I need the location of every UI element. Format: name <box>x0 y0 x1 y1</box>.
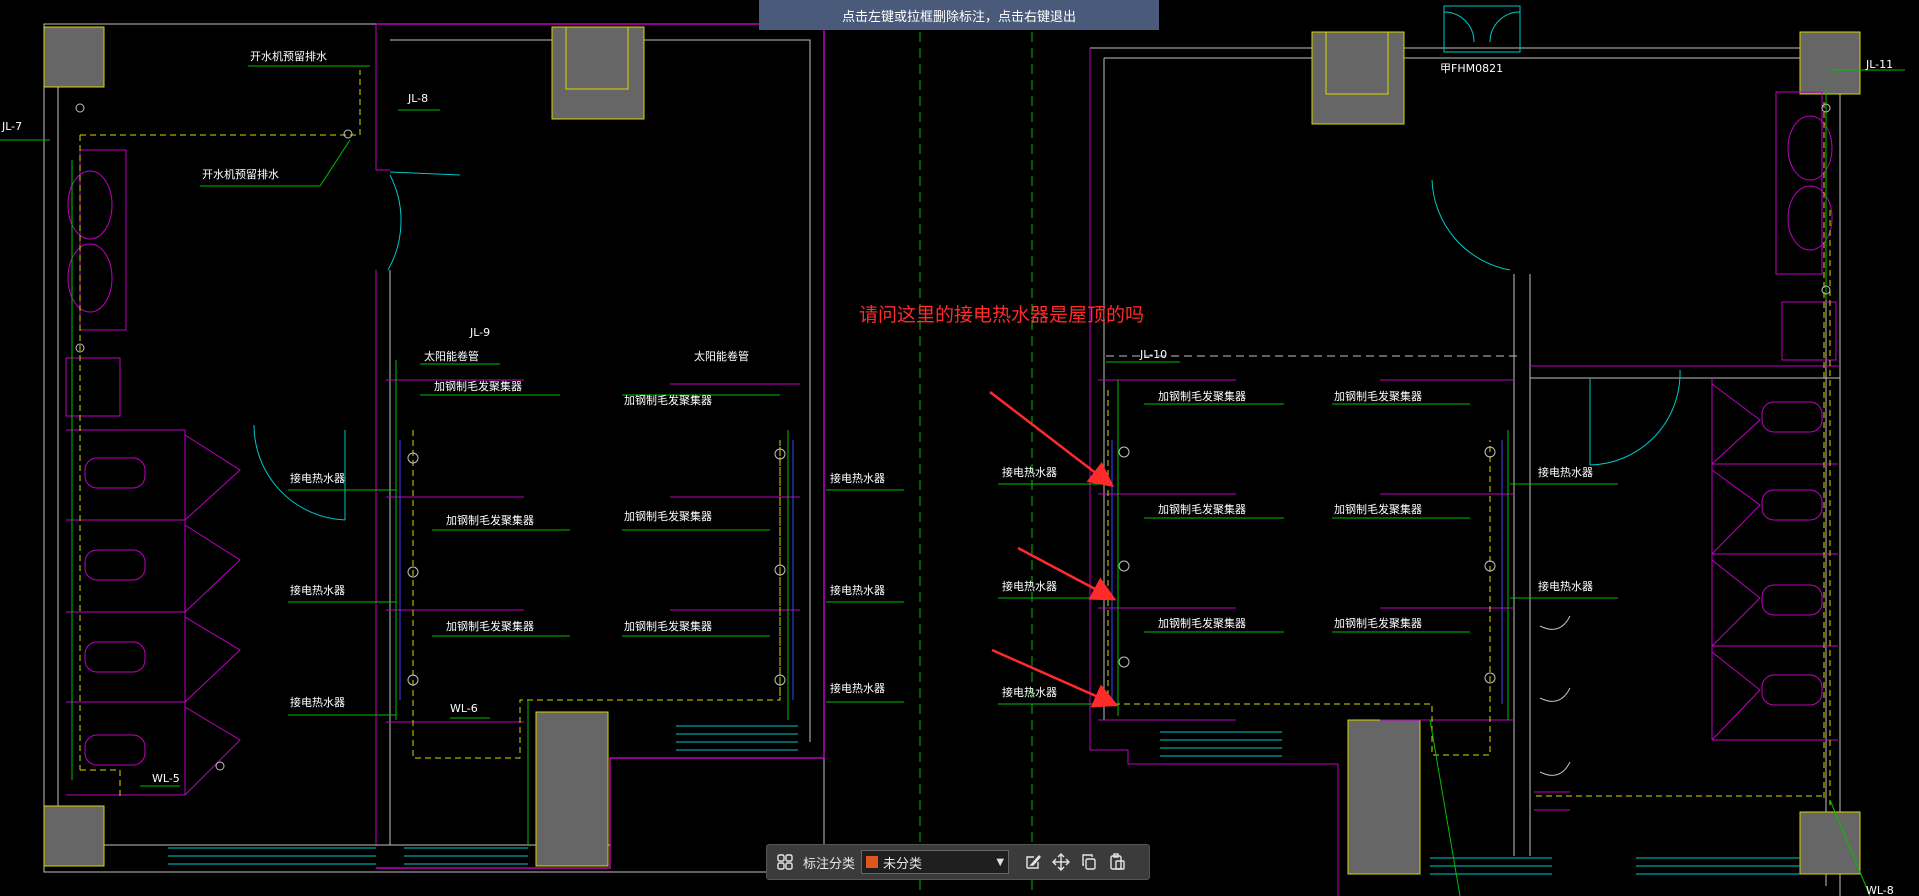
collector-label: 加钢制毛发聚集器 <box>434 379 522 393</box>
heater-label: 接电热水器 <box>1002 686 1057 699</box>
paste-icon[interactable] <box>1103 848 1131 876</box>
heater-label: 接电热水器 <box>290 584 345 597</box>
collector-label: 加钢制毛发聚集器 <box>1158 502 1246 516</box>
category-label: 标注分类 <box>803 856 856 872</box>
collector-label: 加钢制毛发聚集器 <box>1334 616 1422 630</box>
door-code-label: 甲FHM0821 <box>1440 62 1503 75</box>
drain-label-top: 开水机预留排水 <box>250 49 327 63</box>
heater-label: 接电热水器 <box>1002 580 1057 593</box>
collector-label: 加钢制毛发聚集器 <box>446 619 534 633</box>
chevron-down-icon: ▼ <box>996 856 1005 868</box>
heater-label: 接电热水器 <box>830 584 885 597</box>
category-color-swatch <box>866 856 879 868</box>
collector-label: 加钢制毛发聚集器 <box>1334 389 1422 403</box>
heater-label: 接电热水器 <box>1538 466 1593 479</box>
collector-label: 加钢制毛发聚集器 <box>1158 389 1246 403</box>
solar-pipe-label-right: 太阳能卷管 <box>694 349 749 363</box>
collector-label: 加钢制毛发聚集器 <box>446 513 534 527</box>
pipe-label-jl10: JL-10 <box>1139 348 1167 361</box>
right-floor-plan <box>1089 5 1905 896</box>
grid-icon[interactable] <box>771 848 799 876</box>
collector-label: 加钢制毛发聚集器 <box>624 393 712 407</box>
center-axes <box>919 0 1033 896</box>
annotation-arrows[interactable] <box>989 391 1119 708</box>
left-floor-plan <box>0 23 825 873</box>
cad-drawing-canvas[interactable]: JL-7 JL-8 JL-9 JL-10 JL-11 WL-5 WL-6 WL-… <box>0 0 1919 896</box>
pipe-label-jl8: JL-8 <box>407 92 428 105</box>
right-leader-lines <box>998 361 1618 705</box>
drawing-labels: JL-7 JL-8 JL-9 JL-10 JL-11 WL-5 WL-6 WL-… <box>1 49 1894 896</box>
pipe-label-wl5: WL-5 <box>152 772 180 785</box>
hint-text: 点击左键或拉框删除标注，点击右键退出 <box>841 9 1076 25</box>
left-fixtures <box>75 103 786 771</box>
copy-icon[interactable] <box>1075 848 1103 876</box>
hint-bar: 点击左键或拉框删除标注，点击右键退出 <box>759 0 1159 30</box>
annotation-comment[interactable]: 请问这里的接电热水器是屋顶的吗 <box>859 300 1144 327</box>
heater-label: 接电热水器 <box>830 472 885 485</box>
collector-label: 加钢制毛发聚集器 <box>1334 502 1422 516</box>
pipe-label-jl7: JL-7 <box>1 120 22 133</box>
heater-label: 接电热水器 <box>830 682 885 695</box>
heater-label: 接电热水器 <box>1002 466 1057 479</box>
annotation-toolbar: 标注分类 未分类 ▼ <box>766 844 1150 880</box>
heater-label: 接电热水器 <box>290 696 345 709</box>
heater-label: 接电热水器 <box>1538 580 1593 593</box>
drain-label-bottom: 开水机预留排水 <box>202 167 279 181</box>
pipe-label-wl6: WL-6 <box>450 702 478 715</box>
collector-label: 加钢制毛发聚集器 <box>624 619 712 633</box>
pipe-label-jl9: JL-9 <box>469 326 490 339</box>
category-value: 未分类 <box>883 856 923 872</box>
collector-label: 加钢制毛发聚集器 <box>624 509 712 523</box>
solar-pipe-label-left: 太阳能卷管 <box>424 349 479 363</box>
collector-label: 加钢制毛发聚集器 <box>1158 616 1246 630</box>
category-select[interactable]: 未分类 ▼ <box>861 850 1010 874</box>
move-icon[interactable] <box>1047 848 1075 876</box>
edit-icon[interactable] <box>1019 848 1047 876</box>
pipe-label-jl11: JL-11 <box>1865 58 1893 71</box>
pipe-label-wl8: WL-8 <box>1866 884 1894 896</box>
heater-label: 接电热水器 <box>290 472 345 485</box>
